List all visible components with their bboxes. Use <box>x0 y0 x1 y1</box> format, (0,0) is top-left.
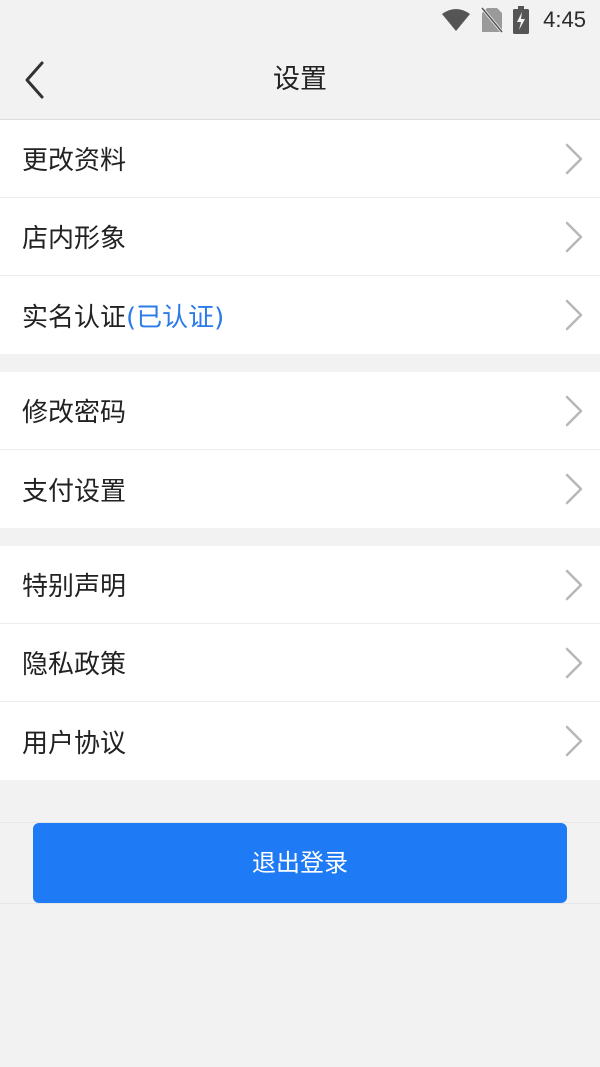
settings-item-privacy-policy[interactable]: 隐私政策 <box>0 624 600 702</box>
status-time: 4:45 <box>543 7 586 32</box>
settings-item-label: 支付设置 <box>22 476 127 507</box>
settings-item-label: 修改密码 <box>22 398 127 428</box>
verification-status: (已认证) <box>126 302 225 333</box>
chevron-right-icon <box>565 473 583 505</box>
settings-group-account: 更改资料 店内形象 实名认证(已认证) <box>0 120 600 354</box>
settings-item-label: 隐私政策 <box>22 650 127 680</box>
nav-bar: 设置 <box>0 40 600 120</box>
settings-item-label: 用户协议 <box>22 728 127 759</box>
settings-item-label: 特别声明 <box>22 572 127 602</box>
settings-item-user-agreement[interactable]: 用户协议 <box>0 702 600 780</box>
settings-item-label: 实名认证(已认证) <box>22 297 224 334</box>
settings-item-edit-profile[interactable]: 更改资料 <box>0 120 600 198</box>
chevron-right-icon <box>565 725 583 757</box>
wifi-icon <box>442 9 471 31</box>
settings-group-legal: 特别声明 隐私政策 用户协议 <box>0 546 600 780</box>
settings-item-label: 店内形象 <box>22 224 127 254</box>
chevron-right-icon <box>565 143 583 174</box>
settings-item-label: 更改资料 <box>22 146 127 176</box>
settings-item-store-image[interactable]: 店内形象 <box>0 198 600 276</box>
status-bar: 4:45 <box>0 0 600 40</box>
page-title: 设置 <box>273 64 327 95</box>
no-sim-icon <box>481 7 504 33</box>
logout-area: 退出登录 <box>0 822 600 904</box>
settings-item-change-password[interactable]: 修改密码 <box>0 372 600 450</box>
battery-charging-icon <box>513 6 530 34</box>
chevron-right-icon <box>565 221 583 252</box>
chevron-right-icon <box>565 569 583 600</box>
settings-item-label-text: 实名认证 <box>22 302 127 333</box>
settings-group-security: 修改密码 支付设置 <box>0 372 600 528</box>
settings-item-real-name-verification[interactable]: 实名认证(已认证) <box>0 276 600 354</box>
chevron-right-icon <box>565 299 583 331</box>
settings-item-special-statement[interactable]: 特别声明 <box>0 546 600 624</box>
logout-button[interactable]: 退出登录 <box>33 823 567 903</box>
chevron-right-icon <box>565 395 583 426</box>
chevron-right-icon <box>565 647 583 678</box>
settings-item-payment-settings[interactable]: 支付设置 <box>0 450 600 528</box>
